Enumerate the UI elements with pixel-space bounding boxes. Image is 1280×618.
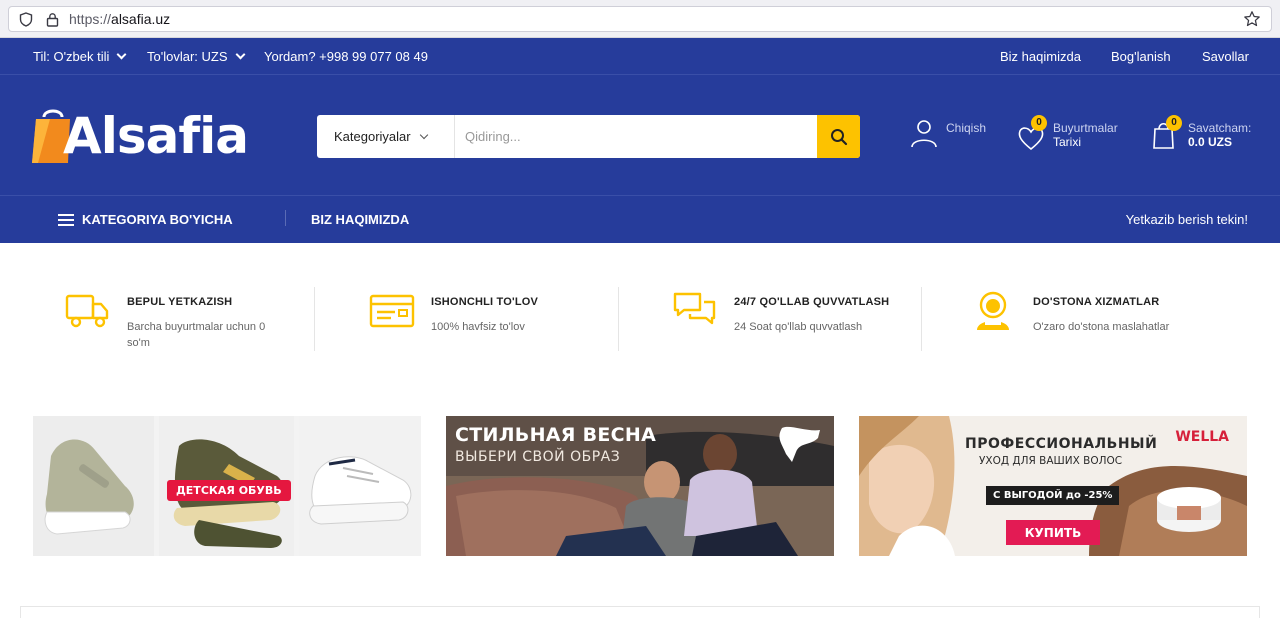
wella-promo-badge: С ВЫГОДОЙ до -25% [986, 486, 1120, 505]
puma-banner-subtitle: ВЫБЕРИ СВОЙ ОБРАЗ [455, 449, 621, 465]
language-selector[interactable]: Til: O'zbek tili [33, 49, 127, 64]
url-text[interactable]: https://alsafia.uz [69, 11, 170, 27]
shoe-image [299, 416, 421, 556]
shield-icon[interactable] [17, 10, 35, 28]
nav-divider [285, 210, 286, 226]
feature-title: ISHONCHLI TO'LOV [431, 296, 539, 308]
banner-wella[interactable]: WELLA ПРОФЕССИОНАЛЬНЫЙ УХОД ДЛЯ ВАШИХ ВО… [859, 416, 1247, 556]
banner-kids-shoes[interactable]: ДЕТСКАЯ ОБУВЬ [33, 416, 421, 556]
site-logo[interactable]: Alsafia [30, 103, 249, 167]
truck-icon [65, 288, 113, 336]
chevron-down-icon [419, 130, 428, 139]
credit-card-icon [369, 288, 417, 336]
orders-label: Buyurtmalar [1053, 121, 1118, 135]
address-bar[interactable]: https://alsafia.uz [8, 6, 1272, 32]
wella-buy-button[interactable]: КУПИТЬ [1006, 520, 1100, 545]
feature-secure-payment: ISHONCHLI TO'LOV 100% havfsiz to'lov [369, 288, 611, 336]
site-header: Alsafia Kategoriyalar Chiqish 0 Buyurtma… [0, 75, 1280, 196]
banner-puma[interactable]: СТИЛЬНАЯ ВЕСНА ВЫБЕРИ СВОЙ ОБРАЗ [446, 416, 834, 556]
browser-toolbar: https://alsafia.uz [0, 0, 1280, 38]
link-contact-label: Bog'lanish [1111, 49, 1171, 64]
support-agent-icon [971, 288, 1019, 336]
link-contact[interactable]: Bog'lanish [1111, 49, 1171, 64]
hamburger-icon [58, 213, 74, 226]
wella-banner-title: ПРОФЕССИОНАЛЬНЫЙ [965, 436, 1158, 452]
heart-icon: 0 [1017, 115, 1047, 151]
link-about[interactable]: Biz haqimizda [1000, 49, 1081, 64]
shoe-image [33, 416, 154, 556]
orders-badge: 0 [1031, 115, 1047, 131]
user-icon [910, 118, 940, 148]
currency-selector[interactable]: To'lovlar: UZS [147, 49, 245, 64]
main-nav: KATEGORIYA BO'YICHA BIZ HAQIMIZDA Yetkaz… [0, 196, 1280, 243]
link-faq[interactable]: Savollar [1202, 49, 1249, 64]
category-dropdown[interactable]: Kategoriyalar [317, 115, 455, 158]
nav-about-link[interactable]: BIZ HAQIMIZDA [311, 212, 409, 227]
chat-icon [672, 288, 720, 336]
feature-desc: 100% havfsiz to'lov [431, 321, 525, 333]
category-menu-button[interactable]: KATEGORIYA BO'YICHA [58, 212, 233, 227]
link-about-label: Biz haqimizda [1000, 49, 1081, 64]
help-phone-text: Yordam? +998 99 077 08 49 [264, 49, 428, 64]
currency-label: To'lovlar: UZS [147, 49, 228, 64]
lock-icon[interactable] [43, 10, 61, 28]
feature-divider [618, 287, 619, 351]
orders-history[interactable]: 0 Buyurtmalar Tarixi [1017, 115, 1118, 151]
logout-label: Chiqish [946, 121, 987, 135]
feature-desc: O'zaro do'stona maslahatlar [1033, 321, 1170, 333]
category-menu-label: KATEGORIYA BO'YICHA [82, 212, 233, 227]
feature-title: BEPUL YETKAZISH [127, 296, 233, 308]
wella-logo: WELLA [1175, 429, 1229, 445]
shopping-bag-icon: 0 [1152, 115, 1182, 149]
cart-total: 0.0 UZS [1188, 135, 1233, 149]
feature-friendly-service: DO'STONA XIZMATLAR O'zaro do'stona masla… [971, 288, 1213, 336]
cart-badge: 0 [1166, 115, 1182, 131]
feature-desc: Barcha buyurtmalar uchun 0 so'm [127, 321, 266, 349]
chevron-down-icon [235, 49, 245, 60]
feature-divider [921, 287, 922, 351]
search-bar: Kategoriyalar [317, 115, 860, 158]
account-logout[interactable]: Chiqish [910, 118, 986, 148]
bookmark-star-icon[interactable] [1243, 10, 1261, 33]
orders-sublabel: Tarixi [1053, 135, 1082, 149]
search-button[interactable] [817, 115, 860, 158]
cart[interactable]: 0 Savatcham: 0.0 UZS [1152, 115, 1252, 149]
feature-title: DO'STONA XIZMATLAR [1033, 296, 1160, 308]
top-bar: Til: O'zbek tili To'lovlar: UZS Yordam? … [0, 38, 1280, 75]
search-icon [830, 128, 847, 145]
content-section-edge [20, 606, 1260, 618]
search-input[interactable] [455, 115, 817, 158]
link-faq-label: Savollar [1202, 49, 1249, 64]
feature-free-delivery: BEPUL YETKAZISH Barcha buyurtmalar uchun… [65, 288, 287, 351]
logo-text: Alsafia [63, 107, 249, 165]
feature-desc: 24 Soat qo'llab quvvatlash [734, 321, 863, 333]
free-delivery-note: Yetkazib berish tekin! [1125, 212, 1248, 227]
feature-support: 24/7 QO'LLAB QUVVATLASH 24 Soat qo'llab … [672, 288, 914, 336]
feature-title: 24/7 QO'LLAB QUVVATLASH [734, 296, 890, 308]
cart-label: Savatcham: [1188, 121, 1252, 135]
help-phone[interactable]: Yordam? +998 99 077 08 49 [264, 49, 428, 64]
feature-divider [314, 287, 315, 351]
language-label: Til: O'zbek tili [33, 49, 110, 64]
wella-banner-subtitle: УХОД ДЛЯ ВАШИХ ВОЛОС [979, 455, 1123, 467]
category-dropdown-label: Kategoriyalar [334, 129, 411, 144]
chevron-down-icon [116, 49, 127, 60]
kids-shoes-tag: ДЕТСКАЯ ОБУВЬ [167, 480, 291, 501]
puma-banner-title: СТИЛЬНАЯ ВЕСНА [455, 424, 657, 446]
